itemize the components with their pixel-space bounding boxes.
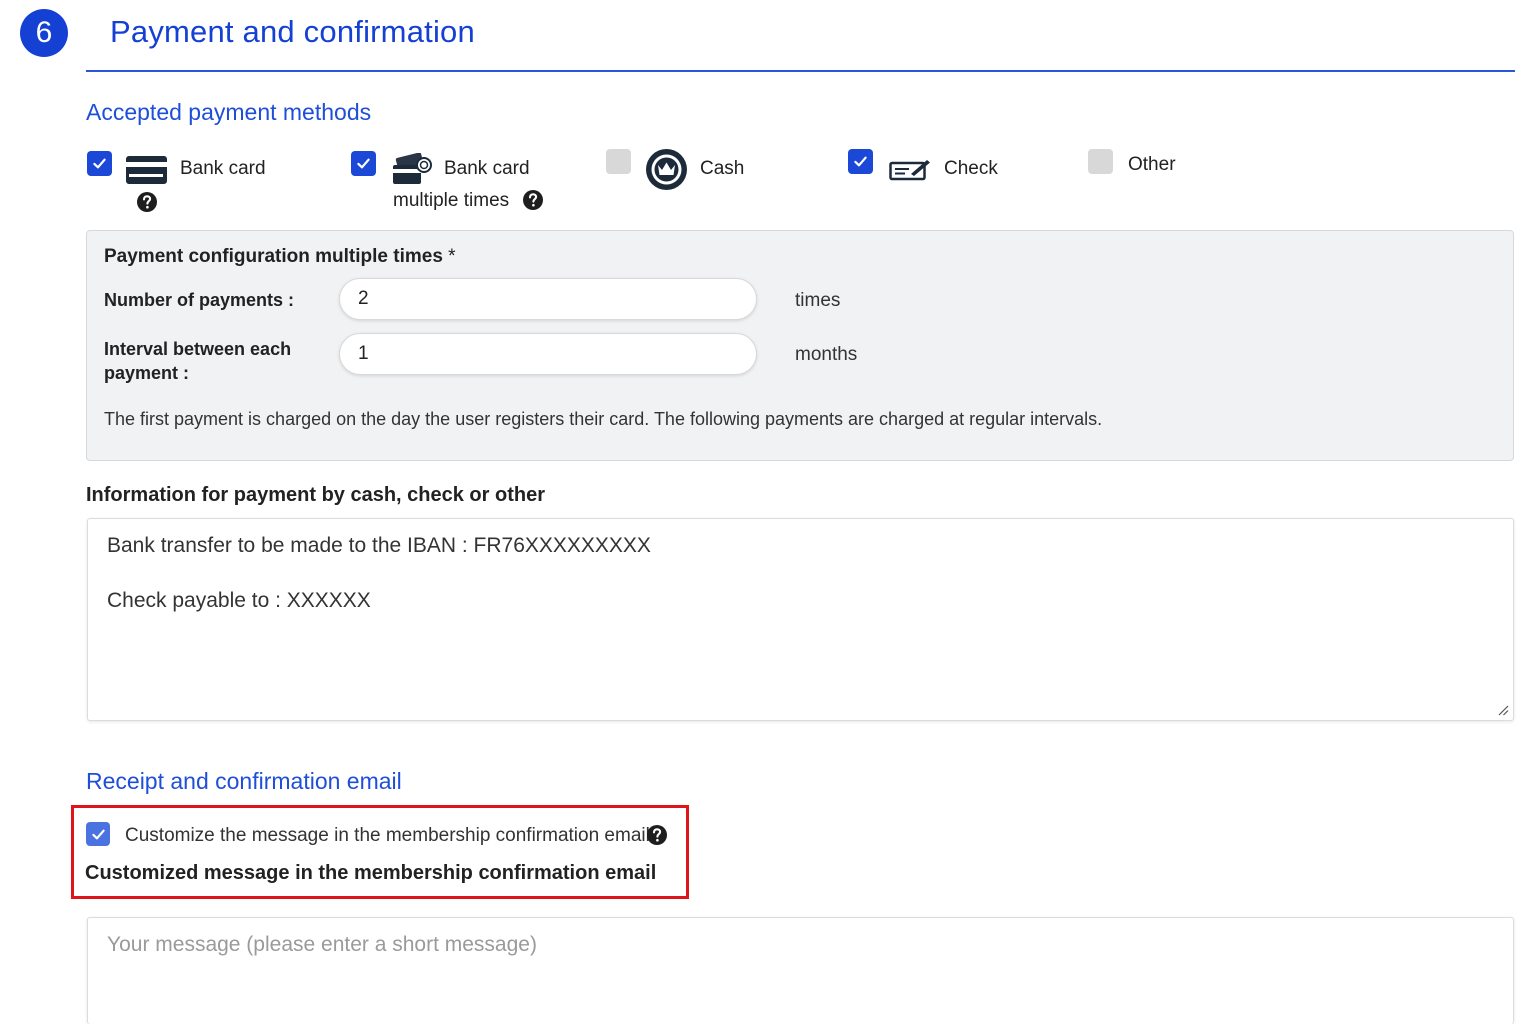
checkmark-icon <box>93 158 106 169</box>
number-payments-unit: times <box>795 290 841 311</box>
help-icon[interactable] <box>522 189 544 211</box>
payment-info-textarea[interactable]: Bank transfer to be made to the IBAN : F… <box>87 518 1514 721</box>
bank-card-checkbox[interactable] <box>87 151 112 176</box>
checkmark-icon <box>357 158 370 169</box>
help-icon[interactable] <box>646 824 668 846</box>
check-cheque-icon <box>889 160 930 181</box>
custom-message-placeholder: Your message (please enter a short messa… <box>107 933 537 956</box>
cash-label: Cash <box>700 158 745 179</box>
crown-coin-icon <box>646 149 687 190</box>
customize-message-label: Customize the message in the membership … <box>125 825 650 846</box>
cash-checkbox[interactable] <box>606 149 631 174</box>
number-payments-label: Number of payments : <box>104 290 295 310</box>
custom-message-textarea[interactable]: Your message (please enter a short messa… <box>87 917 1514 1024</box>
payment-config-panel: Payment configuration multiple times * N… <box>86 230 1514 461</box>
bank-card-label: Bank card <box>180 158 266 179</box>
interval-label-line1: Interval between each <box>104 339 292 359</box>
check-checkbox[interactable] <box>848 149 873 174</box>
bank-card-multiple-label: Bank card <box>444 158 530 179</box>
interval-label: Interval between each payment : <box>104 337 291 385</box>
interval-input[interactable]: 1 <box>339 333 757 375</box>
check-label: Check <box>944 158 998 179</box>
bank-card-multiple-checkbox[interactable] <box>351 151 376 176</box>
payment-methods-heading: Accepted payment methods <box>86 99 372 125</box>
interval-unit: months <box>795 344 858 365</box>
cards-coin-icon <box>393 153 432 184</box>
resize-handle-icon[interactable] <box>1497 704 1509 716</box>
number-payments-input[interactable]: 2 <box>339 278 757 320</box>
payment-info-line2: Check payable to : XXXXXX <box>107 589 371 612</box>
payment-info-line1: Bank transfer to be made to the IBAN : F… <box>107 534 651 557</box>
config-title: Payment configuration multiple times * <box>104 246 456 268</box>
customize-message-checkbox[interactable] <box>86 822 110 846</box>
custom-message-label: Customized message in the membership con… <box>85 862 657 884</box>
receipt-heading: Receipt and confirmation email <box>86 768 402 794</box>
step-number-badge: 6 <box>20 9 68 57</box>
checkmark-icon <box>854 156 867 167</box>
help-icon[interactable] <box>136 191 158 213</box>
page-title: Payment and confirmation <box>110 14 475 49</box>
config-note: The first payment is charged on the day … <box>104 409 1103 429</box>
config-title-text: Payment configuration multiple times <box>104 246 443 267</box>
other-label: Other <box>1128 154 1176 175</box>
bank-card-multiple-label-line2: multiple times <box>393 190 510 211</box>
other-checkbox[interactable] <box>1088 149 1113 174</box>
title-divider <box>86 70 1515 72</box>
payment-confirmation-page: 6 Payment and confirmation Accepted paym… <box>0 0 1536 1024</box>
interval-label-line2: payment : <box>104 363 190 383</box>
credit-card-icon <box>126 156 167 184</box>
payment-info-label: Information for payment by cash, check o… <box>86 484 545 506</box>
checkmark-icon <box>91 829 105 839</box>
required-mark: * <box>448 246 456 267</box>
